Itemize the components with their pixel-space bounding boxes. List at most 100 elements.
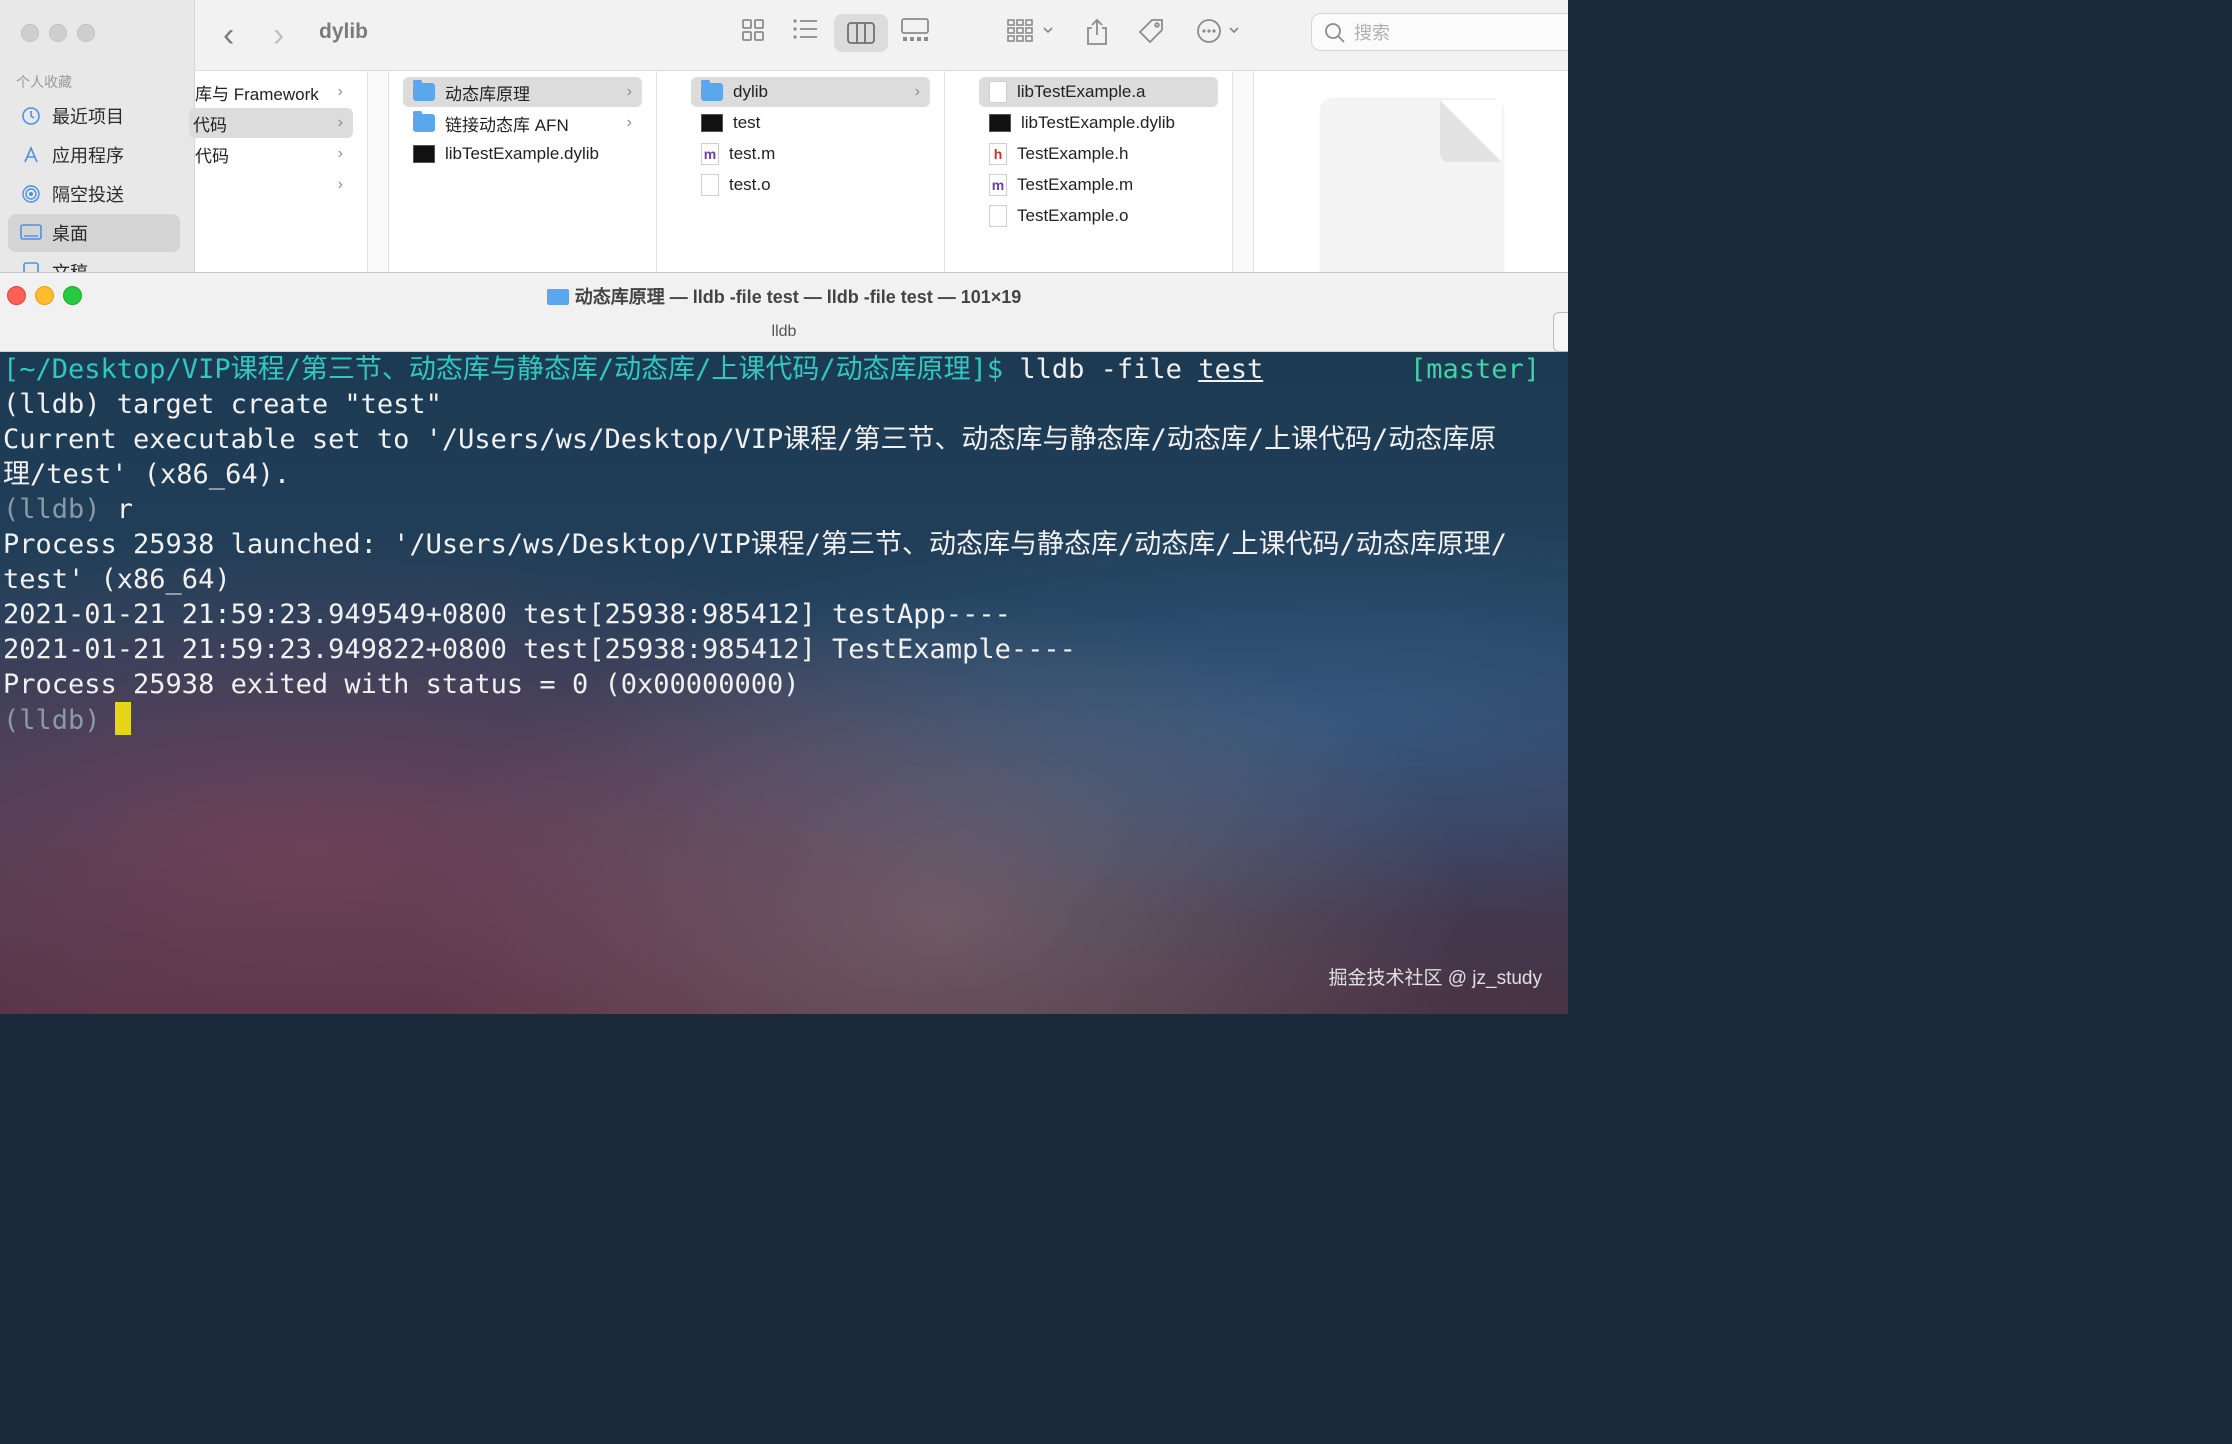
terminal-title-text: 动态库原理 — lldb -file test — lldb -file tes… xyxy=(574,287,1022,307)
git-branch-badge: [master] xyxy=(1410,354,1541,385)
list-item-selected[interactable]: libTestExample.a xyxy=(979,77,1218,107)
more-actions-icon[interactable] xyxy=(1197,18,1245,44)
forward-button[interactable]: › xyxy=(273,16,284,55)
list-item-label: test.o xyxy=(729,175,771,194)
list-view-icon[interactable] xyxy=(792,18,818,40)
terminal-line: Current executable set to '/Users/ws/Des… xyxy=(3,424,1497,455)
applications-icon xyxy=(20,144,42,166)
terminal-line: Process 25938 exited with status = 0 (0x… xyxy=(3,669,800,700)
document-file-icon xyxy=(701,174,719,196)
sidebar-item-documents[interactable]: 文稿 xyxy=(8,253,180,272)
list-item[interactable]: libTestExample.dylib xyxy=(403,139,642,169)
text-cursor xyxy=(114,702,131,735)
list-item-selected[interactable]: dylib › xyxy=(691,77,930,107)
finder-window: 个人收藏 最近项目 应用程序 隔空投送 桌面 ‹ › dylib 搜索 库与 F… xyxy=(0,0,1568,272)
list-item-label: libTestExample.a xyxy=(1017,82,1146,101)
list-item[interactable]: › xyxy=(195,170,353,200)
finder-sidebar: 个人收藏 最近项目 应用程序 隔空投送 桌面 xyxy=(0,0,195,272)
list-item[interactable]: 代码 › xyxy=(195,139,353,169)
list-item[interactable]: h TestExample.h xyxy=(979,139,1218,169)
terminal-tab[interactable]: lldb xyxy=(0,323,1568,341)
clock-icon xyxy=(20,105,42,127)
tag-icon[interactable] xyxy=(1137,18,1165,46)
folder-icon xyxy=(413,80,435,101)
list-item[interactable]: libTestExample.dylib xyxy=(979,108,1218,138)
chevron-right-icon: › xyxy=(626,83,632,100)
list-item[interactable]: m TestExample.m xyxy=(979,170,1218,200)
command-arg: test xyxy=(1198,354,1264,385)
column-2: dylib › test m test.m test.o xyxy=(677,71,945,272)
terminal-line-prompt: (lldb) r xyxy=(3,492,133,527)
zoom-button-inactive[interactable] xyxy=(77,24,95,42)
list-item-label: TestExample.o xyxy=(1017,206,1129,225)
terminal-line: 2021-01-21 21:59:23.949549+0800 test[259… xyxy=(3,599,1011,630)
sidebar-item-desktop[interactable]: 桌面 xyxy=(8,214,180,252)
terminal-line-prompt: (lldb) xyxy=(3,702,131,738)
chevron-right-icon: › xyxy=(337,83,343,100)
document-icon xyxy=(20,261,42,272)
new-tab-button[interactable] xyxy=(1553,312,1568,352)
terminal-line: 理/test' (x86_64). xyxy=(3,459,291,490)
terminal-title: 动态库原理 — lldb -file test — lldb -file tes… xyxy=(0,283,1568,309)
list-item-label: dylib xyxy=(733,82,768,101)
terminal-output[interactable]: [~/Desktop/VIP课程/第三节、动态库与静态库/动态库/上课代码/动态… xyxy=(0,352,1568,1014)
desktop-icon xyxy=(20,222,42,244)
list-item[interactable]: 链接动态库 AFN › xyxy=(403,108,642,138)
lldb-prompt: (lldb) xyxy=(3,494,101,525)
folder-icon xyxy=(413,111,435,132)
sidebar-item-applications[interactable]: 应用程序 xyxy=(8,136,180,174)
back-button[interactable]: ‹ xyxy=(223,16,234,55)
sidebar-section-favorites: 个人收藏 xyxy=(16,74,72,90)
list-item-selected[interactable]: 动态库原理 › xyxy=(403,77,642,107)
terminal-line: Process 25938 launched: '/Users/ws/Deskt… xyxy=(3,529,1508,560)
chevron-right-icon: › xyxy=(337,114,343,131)
list-item-label: 链接动态库 AFN xyxy=(445,115,569,135)
sidebar-item-label: 文稿 xyxy=(52,259,88,272)
document-file-icon xyxy=(989,81,1007,103)
group-by-icon[interactable] xyxy=(1007,18,1055,42)
lldb-prompt: (lldb) xyxy=(3,705,101,736)
sidebar-item-label: 隔空投送 xyxy=(52,185,124,205)
list-item-label: libTestExample.dylib xyxy=(1021,113,1176,132)
chevron-right-icon: › xyxy=(337,176,343,193)
list-item[interactable]: m test.m xyxy=(691,139,930,169)
list-item[interactable]: test.o xyxy=(691,170,930,200)
share-icon[interactable] xyxy=(1085,18,1109,46)
watermark: 掘金技术社区 @ jz_study xyxy=(1328,968,1542,989)
column-3: libTestExample.a libTestExample.dylib h … xyxy=(965,71,1233,272)
search-box[interactable] xyxy=(1311,13,1568,51)
prompt-path: [~/Desktop/VIP课程/第三节、动态库与静态库/动态库/上课代码/动态… xyxy=(3,354,1004,385)
sidebar-item-label: 桌面 xyxy=(52,224,88,244)
icon-view-icon[interactable] xyxy=(741,18,765,42)
chevron-right-icon: › xyxy=(337,145,343,162)
executable-icon xyxy=(413,145,435,163)
list-item[interactable]: TestExample.o xyxy=(979,201,1218,231)
close-button-inactive[interactable] xyxy=(21,24,39,42)
list-item-label: 库与 Framework xyxy=(195,84,319,104)
finder-toolbar: ‹ › dylib xyxy=(195,0,1568,71)
list-item-selected[interactable]: 代码 › xyxy=(189,108,353,138)
column-view-button[interactable] xyxy=(834,14,888,52)
sidebar-item-airdrop[interactable]: 隔空投送 xyxy=(8,175,180,213)
list-item-label: TestExample.m xyxy=(1017,175,1134,194)
column-0: 库与 Framework › 代码 › 代码 › › xyxy=(189,71,368,272)
list-item-label: 动态库原理 xyxy=(445,84,530,104)
terminal-line-prompt: [~/Desktop/VIP课程/第三节、动态库与静态库/动态库/上课代码/动态… xyxy=(3,352,1263,387)
search-input[interactable] xyxy=(1352,20,1556,46)
sidebar-item-recents[interactable]: 最近项目 xyxy=(8,97,180,135)
list-item[interactable]: test xyxy=(691,108,930,138)
terminal-line: test' (x86_64) xyxy=(3,564,231,595)
column-gap xyxy=(368,71,389,272)
list-item-label: TestExample.h xyxy=(1017,144,1129,163)
minimize-button-inactive[interactable] xyxy=(49,24,67,42)
terminal-line: (lldb) target create "test" xyxy=(3,389,442,420)
list-item[interactable]: 库与 Framework › xyxy=(195,77,353,107)
terminal-line: 2021-01-21 21:59:23.949822+0800 test[259… xyxy=(3,634,1076,665)
sidebar-item-label: 最近项目 xyxy=(52,107,124,127)
command-text: r xyxy=(100,494,134,525)
list-item-label: libTestExample.dylib xyxy=(445,144,600,163)
list-item-label: test.m xyxy=(729,144,776,163)
chevron-right-icon: › xyxy=(626,114,632,131)
chevron-right-icon: › xyxy=(914,83,920,100)
gallery-view-icon[interactable] xyxy=(901,18,929,42)
